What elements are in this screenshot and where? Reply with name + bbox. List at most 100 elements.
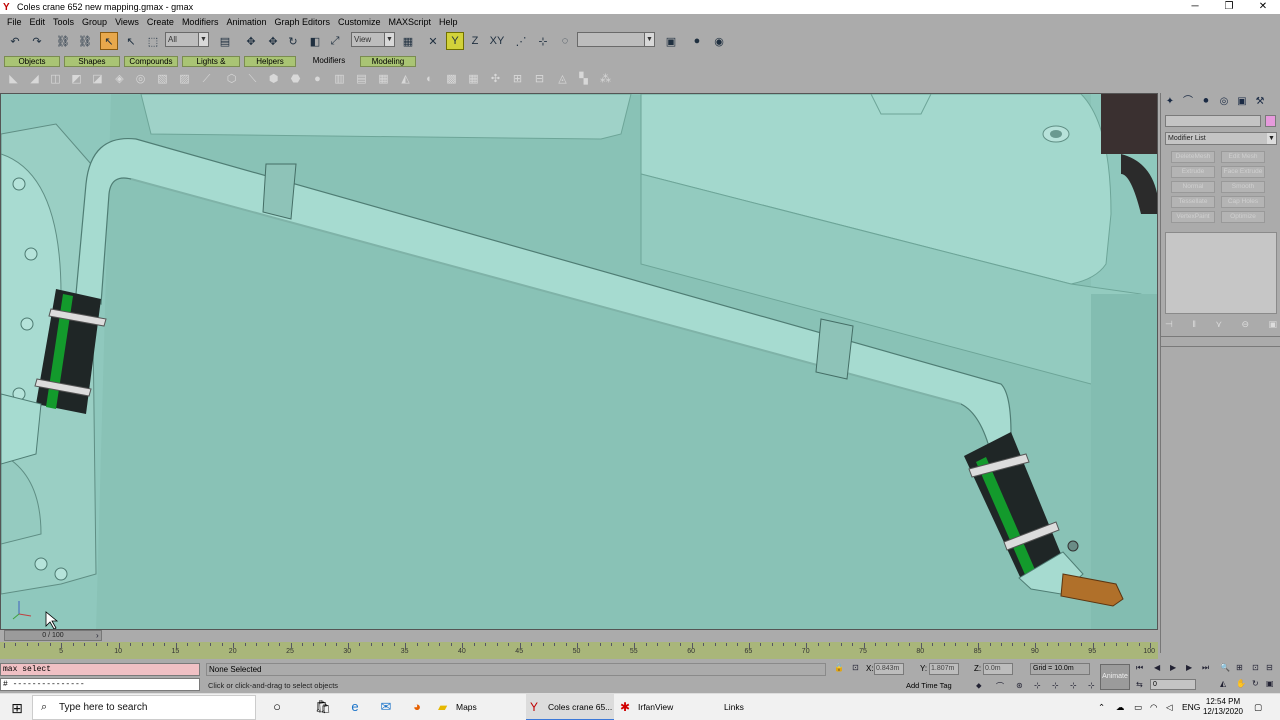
- task-view-icon[interactable]: ○: [268, 698, 286, 716]
- crossing-icon[interactable]: ⊹: [1052, 681, 1059, 690]
- y-coordinate-field[interactable]: 1.807m: [929, 663, 959, 675]
- snap-icon[interactable]: ⬥: [976, 681, 982, 691]
- taper-icon[interactable]: ◢: [27, 72, 42, 87]
- move-constrained-icon[interactable]: ✥: [264, 32, 282, 50]
- mail-icon[interactable]: ✉: [377, 698, 395, 716]
- select-object-icon[interactable]: ↖: [100, 32, 118, 50]
- tessellate-icon[interactable]: ▩: [444, 72, 459, 87]
- mesh-select-icon[interactable]: ⬢: [266, 72, 281, 87]
- field-of-view-icon[interactable]: ◭: [1220, 679, 1226, 688]
- angle-snap-icon[interactable]: ◌: [556, 32, 574, 50]
- normal-button[interactable]: Normal: [1171, 181, 1215, 193]
- noise-icon[interactable]: ◩: [69, 72, 84, 87]
- tab-helpers[interactable]: Helpers: [244, 56, 296, 67]
- menu-help[interactable]: Help: [435, 17, 462, 27]
- cap-holes-icon[interactable]: ⊞: [510, 72, 525, 87]
- configure-sets-icon[interactable]: ▣: [1268, 319, 1277, 333]
- utilities-tab-icon[interactable]: ⚒: [1253, 95, 1267, 109]
- create-tab-icon[interactable]: ✦: [1163, 95, 1177, 109]
- taskbar-item-maps[interactable]: ▰ Maps: [434, 694, 522, 720]
- language-indicator[interactable]: ENG: [1182, 694, 1200, 720]
- delete-mesh-icon[interactable]: ⊟: [532, 72, 547, 87]
- vertexpaint-button[interactable]: VertexPaint: [1171, 211, 1215, 223]
- menu-group[interactable]: Group: [78, 17, 111, 27]
- reference-coord-dropdown[interactable]: View ▼: [351, 32, 395, 47]
- unlink-icon[interactable]: ⛓: [76, 32, 94, 50]
- array-icon[interactable]: ⋰: [512, 32, 530, 50]
- mirror-icon[interactable]: ✕: [424, 32, 442, 50]
- menu-animation[interactable]: Animation: [222, 17, 270, 27]
- extrude-button[interactable]: Extrude: [1171, 166, 1215, 178]
- lock-icon[interactable]: 🔒: [834, 663, 844, 672]
- store-icon[interactable]: 🛍: [314, 698, 332, 716]
- current-frame-field[interactable]: 0: [1150, 679, 1196, 690]
- unwrap-icon[interactable]: ⟍: [245, 72, 260, 87]
- pan-icon[interactable]: ✋: [1236, 679, 1246, 688]
- lathe-icon[interactable]: ▦: [376, 72, 391, 87]
- vertex-paint-icon[interactable]: ◬: [555, 72, 570, 87]
- tab-modeling[interactable]: Modeling: [360, 56, 416, 67]
- uvw-map-icon[interactable]: ⬡: [224, 72, 239, 87]
- add-time-tag-button[interactable]: Add Time Tag: [906, 681, 952, 690]
- motion-tab-icon[interactable]: ◎: [1217, 95, 1231, 109]
- remove-modifier-icon[interactable]: ⊖: [1241, 319, 1249, 333]
- menu-customize[interactable]: Customize: [334, 17, 385, 27]
- taskbar-item-gmax[interactable]: Y Coles crane 65...: [526, 694, 614, 720]
- sphere-icon[interactable]: ●: [310, 72, 325, 87]
- smooth-icon[interactable]: ◐: [422, 72, 437, 87]
- zoom-extents-all-icon[interactable]: ⊟: [1266, 663, 1273, 672]
- wave-icon[interactable]: ▧: [155, 72, 170, 87]
- rotate-icon[interactable]: ↻: [284, 32, 302, 50]
- scale-icon[interactable]: ◧: [306, 32, 324, 50]
- skew-icon[interactable]: ◈: [112, 72, 127, 87]
- relax-icon[interactable]: ⟋: [199, 72, 214, 87]
- edit-mesh-button[interactable]: Edit Mesh: [1221, 151, 1265, 163]
- object-name-field[interactable]: [1165, 115, 1261, 127]
- track-bar[interactable]: 5 10 15 20 25 30 35 40 45 50 55 60 65 70 75 80 85 90 95 100: [0, 642, 1158, 659]
- tab-objects[interactable]: Objects: [4, 56, 60, 67]
- edit-mesh-icon[interactable]: ⬣: [288, 72, 303, 87]
- pivot-center-icon[interactable]: ▦: [399, 32, 417, 50]
- windows-start-icon[interactable]: ⊞: [8, 699, 26, 717]
- angle-snap-status-icon[interactable]: ⌒: [996, 681, 1004, 692]
- normal-icon[interactable]: ✣: [488, 72, 503, 87]
- onedrive-icon[interactable]: ☁: [1116, 694, 1125, 720]
- snap-toggle-icon[interactable]: ⊹: [534, 32, 552, 50]
- optimize-icon[interactable]: ▦: [466, 72, 481, 87]
- redo-icon[interactable]: ↷: [28, 32, 46, 50]
- time-slider-handle[interactable]: 0 / 100: [4, 630, 102, 641]
- minimize-button[interactable]: ─: [1178, 0, 1212, 14]
- display-tab-icon[interactable]: ▣: [1235, 95, 1249, 109]
- go-to-end-icon[interactable]: ⏭: [1202, 663, 1209, 673]
- notifications-icon[interactable]: ▢: [1254, 694, 1262, 720]
- select-by-name-list-icon[interactable]: ▤: [216, 32, 234, 50]
- zoom-icon[interactable]: 🔍: [1220, 663, 1230, 672]
- show-end-result-icon[interactable]: ‖: [1192, 319, 1196, 333]
- bevel-icon[interactable]: ◭: [398, 72, 413, 87]
- render-icon[interactable]: ◉: [710, 32, 728, 50]
- select-by-name-icon[interactable]: ↖: [122, 32, 140, 50]
- named-selection-dropdown[interactable]: ▼: [577, 32, 655, 47]
- move-icon[interactable]: ✥: [242, 32, 260, 50]
- maximize-button[interactable]: ❐: [1212, 0, 1246, 14]
- maximize-viewport-icon[interactable]: ▣: [1266, 679, 1274, 688]
- x-coordinate-field[interactable]: 0.843m: [874, 663, 904, 675]
- go-to-start-icon[interactable]: ⏮: [1136, 663, 1143, 673]
- menu-create[interactable]: Create: [143, 17, 178, 27]
- face-extrude-button[interactable]: Face Extrude: [1221, 166, 1265, 178]
- play-icon[interactable]: ▶: [1170, 663, 1176, 672]
- twist-icon[interactable]: ◫: [48, 72, 63, 87]
- menu-modifiers[interactable]: Modifiers: [178, 17, 223, 27]
- restrict-z-icon[interactable]: Z: [466, 32, 484, 50]
- close-button[interactable]: ✕: [1246, 0, 1280, 14]
- modify-tab-icon[interactable]: ⌒: [1181, 95, 1195, 109]
- object-color-swatch[interactable]: [1265, 115, 1276, 127]
- perspective-viewport[interactable]: [0, 93, 1158, 630]
- hierarchy-tab-icon[interactable]: ⚫: [1199, 95, 1213, 109]
- material-editor-icon[interactable]: ●: [688, 32, 706, 50]
- arc-rotate-icon[interactable]: ↻: [1252, 679, 1259, 688]
- taskbar-item-irfanview[interactable]: ✱ IrfanView: [616, 694, 704, 720]
- firefox-icon[interactable]: ◕: [408, 698, 426, 716]
- track-view-icon[interactable]: ▣: [662, 32, 680, 50]
- cap-holes-button[interactable]: Cap Holes: [1221, 196, 1265, 208]
